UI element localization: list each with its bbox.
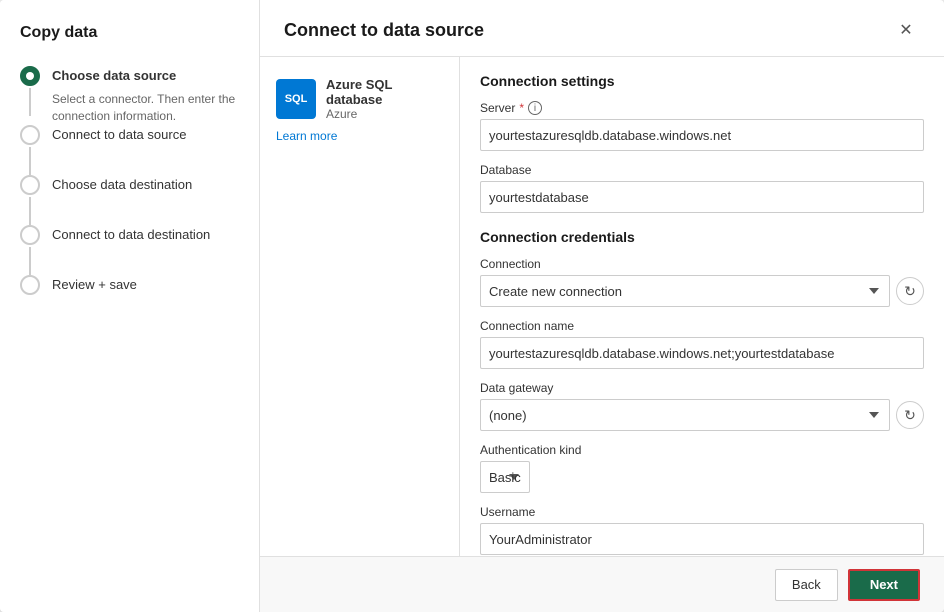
sql-icon: SQL (276, 79, 316, 119)
step-label-3: Choose data destination (52, 176, 239, 200)
server-required: * (519, 101, 524, 115)
dialog-body: Copy data Choose data source Select a co… (0, 0, 944, 612)
db-type: Azure (326, 107, 443, 121)
step-connector-4 (20, 225, 40, 275)
server-label: Server * i (480, 101, 924, 115)
back-button[interactable]: Back (775, 569, 838, 601)
footer: Back Next (260, 556, 944, 612)
db-name: Azure SQL database (326, 77, 443, 107)
learn-more-link[interactable]: Learn more (276, 129, 443, 143)
username-input[interactable] (480, 523, 924, 555)
step-item-2: Connect to data source (20, 125, 239, 175)
step-connector-2 (20, 125, 40, 175)
step-circle-4 (20, 225, 40, 245)
connection-refresh-button[interactable]: ↻ (896, 277, 924, 305)
step-item-1: Choose data source Select a connector. T… (20, 66, 239, 125)
step-connector-3 (20, 175, 40, 225)
auth-kind-select[interactable]: Basic (480, 461, 530, 493)
page-title: Connect to data source (284, 20, 484, 41)
step-item-4: Connect to data destination (20, 225, 239, 275)
step-circle-2 (20, 125, 40, 145)
step-content-4: Connect to data destination (52, 225, 239, 250)
data-gateway-dropdown-wrapper: (none) ↻ (480, 399, 924, 431)
database-label: Database (480, 163, 924, 177)
step-line-4 (29, 247, 31, 275)
next-button[interactable]: Next (848, 569, 920, 601)
connection-name-field-group: Connection name (480, 319, 924, 369)
step-sublabel-1: Select a connector. Then enter the conne… (52, 91, 239, 125)
step-circle-3 (20, 175, 40, 195)
connection-label: Connection (480, 257, 924, 271)
connection-settings-title: Connection settings (480, 73, 924, 89)
step-line-3 (29, 197, 31, 225)
auth-kind-field-group: Authentication kind Basic (480, 443, 924, 493)
settings-panel: Connection settings Server * i Database (460, 57, 944, 556)
step-label-4: Connect to data destination (52, 226, 239, 250)
connection-dropdown-wrapper: Create new connection ↻ (480, 275, 924, 307)
connection-select[interactable]: Create new connection (480, 275, 890, 307)
data-gateway-field-group: Data gateway (none) ↻ (480, 381, 924, 431)
data-gateway-select[interactable]: (none) (480, 399, 890, 431)
server-field-group: Server * i (480, 101, 924, 151)
db-info: SQL Azure SQL database Azure Learn more (276, 77, 443, 143)
content-area: SQL Azure SQL database Azure Learn more … (260, 57, 944, 556)
credentials-title: Connection credentials (480, 229, 924, 245)
step-item-5: Review + save (20, 275, 239, 300)
step-content-2: Connect to data source (52, 125, 239, 150)
sidebar-title: Copy data (20, 24, 239, 42)
db-icon-row: SQL Azure SQL database Azure (276, 77, 443, 121)
step-line-2 (29, 147, 31, 175)
step-label-1: Choose data source (52, 67, 239, 91)
main-dialog: Copy data Choose data source Select a co… (0, 0, 944, 612)
auth-kind-label: Authentication kind (480, 443, 924, 457)
step-line-1 (29, 88, 31, 116)
main-header: Connect to data source ✕ (260, 0, 944, 57)
data-gateway-label: Data gateway (480, 381, 924, 395)
connection-field-group: Connection Create new connection ↻ (480, 257, 924, 307)
close-button[interactable]: ✕ (892, 16, 920, 44)
step-content-5: Review + save (52, 275, 239, 300)
step-label-2: Connect to data source (52, 126, 239, 150)
connection-name-label: Connection name (480, 319, 924, 333)
username-label: Username (480, 505, 924, 519)
step-circle-5 (20, 275, 40, 295)
database-input[interactable] (480, 181, 924, 213)
connection-name-input[interactable] (480, 337, 924, 369)
step-content-3: Choose data destination (52, 175, 239, 200)
step-circle-1 (20, 66, 40, 86)
server-info-icon: i (528, 101, 542, 115)
db-name-group: Azure SQL database Azure (326, 77, 443, 121)
step-list: Choose data source Select a connector. T… (20, 66, 239, 300)
step-item-3: Choose data destination (20, 175, 239, 225)
step-connector-1 (20, 66, 40, 116)
db-panel: SQL Azure SQL database Azure Learn more (260, 57, 460, 556)
sidebar: Copy data Choose data source Select a co… (0, 0, 260, 612)
username-field-group: Username (480, 505, 924, 555)
server-input[interactable] (480, 119, 924, 151)
step-connector-5 (20, 275, 40, 295)
data-gateway-refresh-button[interactable]: ↻ (896, 401, 924, 429)
step-label-5: Review + save (52, 276, 239, 300)
main-content: Connect to data source ✕ SQL Azure SQL d… (260, 0, 944, 612)
database-field-group: Database (480, 163, 924, 213)
step-content-1: Choose data source Select a connector. T… (52, 66, 239, 125)
credentials-section: Connection credentials Connection Create… (480, 229, 924, 556)
